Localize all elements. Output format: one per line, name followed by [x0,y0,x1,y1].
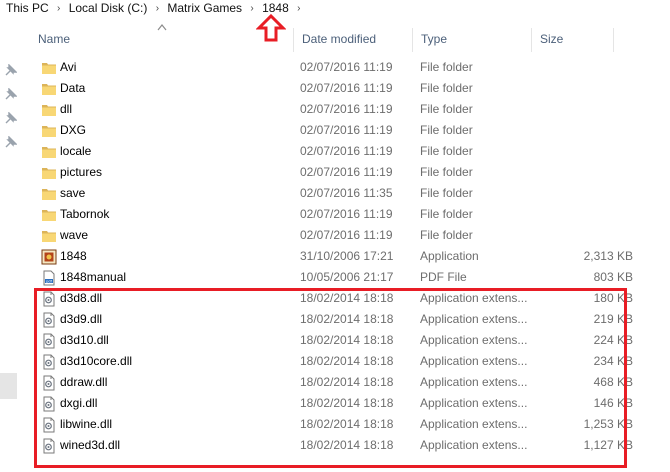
file-size [540,225,633,246]
file-size [540,99,633,120]
pin-icon[interactable] [5,136,17,148]
pin-icon[interactable] [5,88,17,100]
file-row[interactable]: DXG 02/07/2016 11:19 File folder [30,120,670,141]
breadcrumb-item-matrix-games[interactable]: Matrix Games [167,1,242,15]
file-row[interactable]: wave 02/07/2016 11:19 File folder [30,225,670,246]
pin-icon[interactable] [5,112,17,124]
file-size [540,183,633,204]
file-size [540,78,633,99]
file-size: 803 KB [593,270,633,284]
breadcrumb: This PC › Local Disk (C:) › Matrix Games… [0,0,670,16]
file-name: Tabornok [60,207,110,221]
chevron-right-icon[interactable]: › [242,3,262,14]
file-size [540,141,633,162]
pin-icon[interactable] [5,64,17,76]
file-name: locale [60,144,92,158]
file-type: File folder [420,144,473,158]
column-header-date-modified[interactable]: Date modified [294,28,413,52]
file-explorer-window: This PC › Local Disk (C:) › Matrix Games… [0,0,670,472]
file-row[interactable]: Avi 02/07/2016 11:19 File folder [30,57,670,78]
file-type: File folder [420,60,473,74]
folder-icon [41,144,57,160]
file-date-modified: 02/07/2016 11:35 [300,186,393,200]
file-name: 1848manual [60,270,127,284]
folder-icon [41,165,57,181]
file-type: File folder [420,207,473,221]
file-size [540,57,633,78]
folder-icon [41,207,57,223]
file-name: pictures [60,165,103,179]
file-type: File folder [420,186,473,200]
column-header-name[interactable]: Name [30,28,294,52]
svg-text:pdf: pdf [46,279,52,283]
file-type: PDF File [420,270,467,284]
file-row[interactable]: Tabornok 02/07/2016 11:19 File folder [30,204,670,225]
folder-icon [41,81,57,97]
file-name: Data [60,81,86,95]
file-type: File folder [420,123,473,137]
file-date-modified: 02/07/2016 11:19 [300,144,393,158]
file-date-modified: 02/07/2016 11:19 [300,60,393,74]
folder-icon [41,60,57,76]
nav-selected-item[interactable] [0,373,17,399]
file-size [540,204,633,225]
file-row[interactable]: locale 02/07/2016 11:19 File folder [30,141,670,162]
breadcrumb-item-this-pc[interactable]: This PC [6,1,49,15]
file-type: File folder [420,165,473,179]
file-date-modified: 02/07/2016 11:19 [300,81,393,95]
file-row[interactable]: dll 02/07/2016 11:19 File folder [30,99,670,120]
file-size [540,162,633,183]
breadcrumb-item-local-disk[interactable]: Local Disk (C:) [69,1,148,15]
file-name: dll [60,102,73,116]
file-row[interactable]: save 02/07/2016 11:35 File folder [30,183,670,204]
file-date-modified: 02/07/2016 11:19 [300,228,393,242]
pdf-file-icon: pdf [41,270,57,286]
folder-icon [41,102,57,118]
annotation-highlight-box [34,288,627,468]
folder-icon [41,186,57,202]
file-row[interactable]: Data 02/07/2016 11:19 File folder [30,78,670,99]
file-type: File folder [420,81,473,95]
file-name: wave [60,228,89,242]
navigation-pane [0,16,22,472]
file-date-modified: 02/07/2016 11:19 [300,123,393,137]
chevron-right-icon[interactable]: › [49,3,69,14]
file-row[interactable]: pdf 1848manual 10/05/2006 21:17 PDF File 803… [30,267,670,288]
file-date-modified: 31/10/2006 17:21 [300,249,394,263]
file-name: Avi [60,60,77,74]
file-name: 1848 [60,249,87,263]
file-type: File folder [420,228,473,242]
file-size: 2,313 KB [583,249,633,263]
file-date-modified: 02/07/2016 11:19 [300,165,393,179]
file-type: Application [420,249,479,263]
file-name: DXG [60,123,87,137]
file-row[interactable]: 1848 31/10/2006 17:21 Application 2,313 KB [30,246,670,267]
column-header-type[interactable]: Type [413,28,532,52]
column-headers: Name Date modified Type Size [30,28,670,52]
chevron-right-icon[interactable]: › [289,3,309,14]
file-date-modified: 02/07/2016 11:19 [300,207,393,221]
column-header-size[interactable]: Size [532,28,614,52]
folder-icon [41,228,57,244]
file-date-modified: 02/07/2016 11:19 [300,102,393,116]
chevron-right-icon[interactable]: › [147,3,167,14]
file-date-modified: 10/05/2006 21:17 [300,270,394,284]
folder-icon [41,123,57,139]
file-size [540,120,633,141]
application-icon [41,249,57,265]
file-row[interactable]: pictures 02/07/2016 11:19 File folder [30,162,670,183]
file-type: File folder [420,102,473,116]
file-name: save [60,186,86,200]
